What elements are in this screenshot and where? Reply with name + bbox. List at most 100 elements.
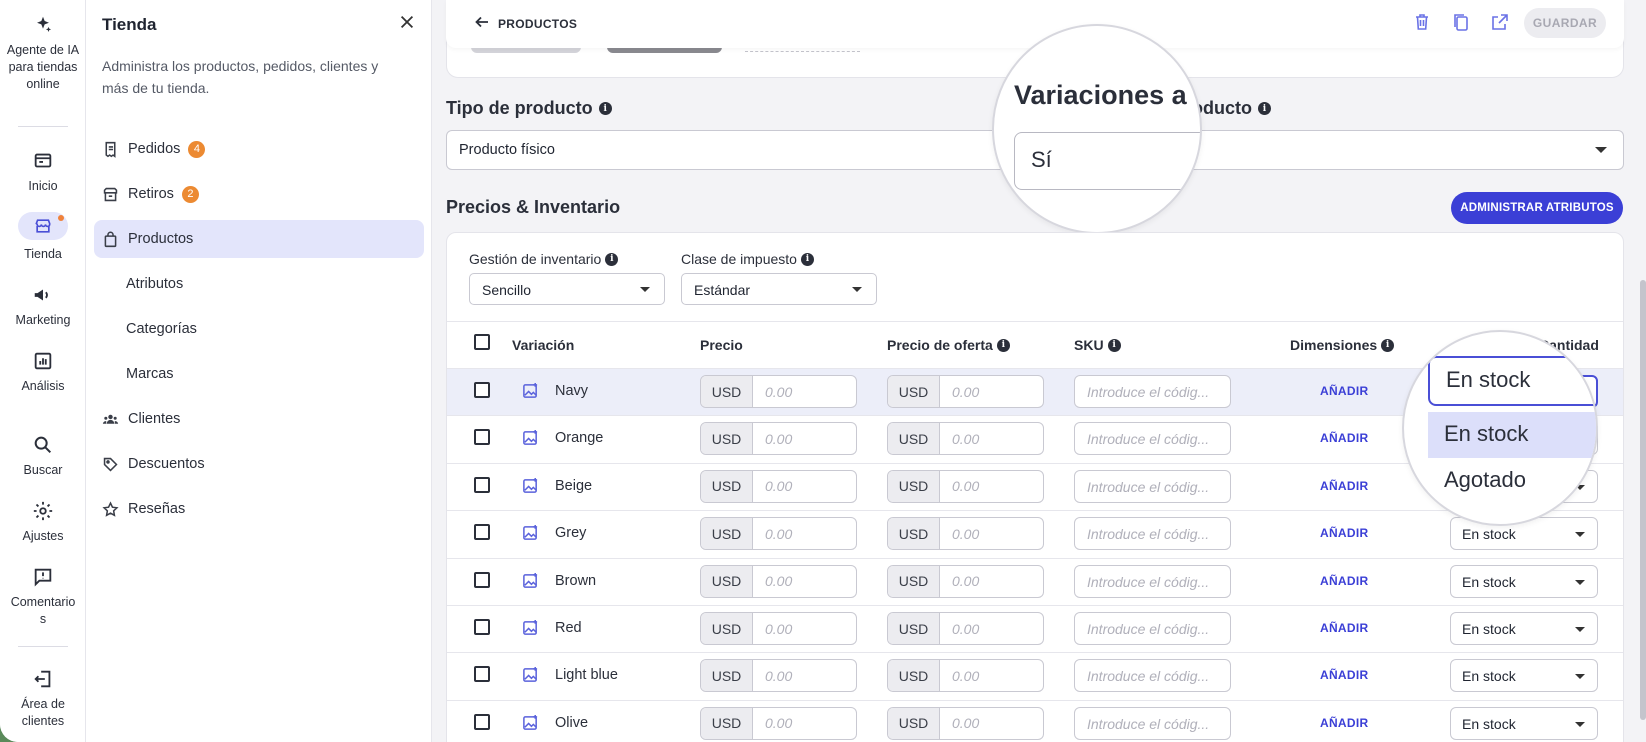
stock-select[interactable]: En stock [1450, 706, 1598, 740]
rail-item-ajustes[interactable]: Ajustes [0, 500, 86, 545]
image-add-icon[interactable] [522, 666, 540, 684]
trash-icon[interactable] [1412, 12, 1434, 34]
price-input[interactable]: USD 0.00 [700, 375, 857, 408]
add-dimensions-button[interactable]: AÑADIR [1320, 479, 1368, 493]
upload-dropzone[interactable] [745, 51, 860, 52]
info-icon[interactable]: i [605, 252, 619, 266]
row-checkbox[interactable] [474, 619, 490, 635]
price-input[interactable]: USD 0.00 [700, 564, 857, 598]
image-add-icon[interactable] [522, 524, 540, 542]
row-checkbox[interactable] [474, 429, 490, 446]
sidebar-item-label: Descuentos [128, 456, 205, 472]
rail-item-inicio[interactable]: Inicio [0, 150, 86, 195]
placeholder: 0.00 [952, 478, 980, 495]
info-icon[interactable]: i [1381, 338, 1395, 352]
add-dimensions-button[interactable]: AÑADIR [1320, 574, 1368, 588]
add-dimensions-button[interactable]: AÑADIR [1320, 384, 1368, 398]
sku-input[interactable]: Introduce el códig... [1074, 659, 1231, 693]
sidebar-item-marcas[interactable]: Marcas [94, 355, 424, 393]
price-input[interactable]: USD 0.00 [700, 469, 857, 503]
save-button[interactable]: GUARDAR [1524, 8, 1606, 38]
row-checkbox[interactable] [474, 382, 490, 398]
sku-input[interactable]: Introduce el códig... [1074, 469, 1231, 503]
image-add-icon[interactable] [522, 382, 540, 400]
scrollbar[interactable] [1640, 0, 1646, 742]
price-input[interactable]: USD 0.00 [700, 422, 857, 456]
sidebar-item-resenas[interactable]: Reseñas [94, 490, 424, 528]
add-dimensions-button[interactable]: AÑADIR [1320, 668, 1368, 682]
rail-item-tienda[interactable]: Tienda [0, 212, 86, 263]
dropdown-option[interactable]: Agotado [1428, 458, 1596, 504]
sidebar-item-productos[interactable]: Productos [94, 220, 424, 258]
sku-input[interactable]: Introduce el códig... [1074, 706, 1231, 740]
sale-price-input[interactable]: USD 0.00 [887, 517, 1044, 551]
row-checkbox[interactable] [474, 476, 490, 493]
divider [18, 126, 68, 127]
row-checkbox[interactable] [474, 571, 490, 588]
stock-select[interactable]: En stock [1450, 612, 1598, 645]
row-checkbox[interactable] [474, 666, 490, 683]
external-link-icon[interactable] [1490, 12, 1512, 34]
stock-select[interactable]: En stock [1450, 659, 1598, 693]
stock-select-zoomed[interactable]: En stock [1428, 356, 1596, 406]
sale-price-input[interactable]: USD 0.00 [887, 422, 1044, 456]
sidebar-item-retiros[interactable]: Retiros 2 [94, 175, 424, 213]
rail-item-comentarios[interactable]: Comentarios [0, 566, 86, 628]
add-dimensions-button[interactable]: AÑADIR [1320, 621, 1368, 635]
sidebar-item-clientes[interactable]: Clientes [94, 400, 424, 438]
variations-select[interactable]: Sí [1014, 132, 1200, 190]
sku-input[interactable]: Introduce el códig... [1074, 517, 1231, 551]
sku-input[interactable]: Introduce el códig... [1074, 612, 1231, 645]
manage-attributes-button[interactable]: ADMINISTRAR ATRIBUTOS [1451, 192, 1623, 224]
rail-label: Área de clientes [21, 697, 65, 728]
info-icon[interactable]: i [1107, 338, 1121, 352]
price-input[interactable]: USD 0.00 [700, 517, 857, 551]
sale-price-input[interactable]: USD 0.00 [887, 564, 1044, 598]
close-icon[interactable] [398, 13, 418, 33]
sidebar-item-label: Atributos [126, 276, 184, 292]
rail-item-buscar[interactable]: Buscar [0, 434, 86, 479]
image-add-icon[interactable] [522, 477, 540, 495]
add-dimensions-button[interactable]: AÑADIR [1320, 716, 1368, 730]
select-all-checkbox[interactable] [474, 334, 490, 350]
stock-select[interactable]: En stock [1450, 564, 1598, 598]
row-checkbox[interactable] [474, 524, 490, 541]
dropdown-option[interactable]: En stock [1428, 412, 1596, 458]
image-add-icon[interactable] [522, 572, 540, 590]
sale-price-input[interactable]: USD 0.00 [887, 469, 1044, 503]
sku-input[interactable]: Introduce el códig... [1074, 375, 1231, 408]
rail-item-area-clientes[interactable]: Área de clientes [0, 668, 86, 730]
info-icon[interactable]: i [1258, 102, 1271, 115]
sale-price-input[interactable]: USD 0.00 [887, 706, 1044, 740]
scrollbar-thumb[interactable] [1640, 280, 1646, 720]
back-button[interactable]: PRODUCTOS [474, 14, 577, 33]
info-icon[interactable]: i [996, 338, 1010, 352]
price-input[interactable]: USD 0.00 [700, 612, 857, 645]
sidebar-item-descuentos[interactable]: Descuentos [94, 445, 424, 483]
info-icon[interactable]: i [598, 102, 612, 115]
sale-price-input[interactable]: USD 0.00 [887, 375, 1044, 408]
row-checkbox[interactable] [474, 713, 490, 730]
sale-price-input[interactable]: USD 0.00 [887, 659, 1044, 693]
sku-input[interactable]: Introduce el códig... [1074, 422, 1231, 456]
tax-select[interactable]: Estándar [681, 273, 877, 305]
sale-price-input[interactable]: USD 0.00 [887, 612, 1044, 645]
rail-item-marketing[interactable]: Marketing [0, 284, 86, 329]
inventory-select[interactable]: Sencillo [469, 273, 665, 305]
image-add-icon[interactable] [522, 619, 540, 637]
rail-item-ai-agent[interactable]: Agente de IA para tiendas online [0, 14, 86, 93]
sidebar-item-atributos[interactable]: Atributos [94, 265, 424, 303]
sku-input[interactable]: Introduce el códig... [1074, 564, 1231, 598]
rail-item-analisis[interactable]: Análisis [0, 350, 86, 395]
info-icon[interactable]: i [800, 252, 814, 266]
add-dimensions-button[interactable]: AÑADIR [1320, 526, 1368, 540]
image-add-icon[interactable] [522, 429, 540, 447]
add-dimensions-button[interactable]: AÑADIR [1320, 431, 1368, 445]
price-input[interactable]: USD 0.00 [700, 659, 857, 693]
price-input[interactable]: USD 0.00 [700, 706, 857, 740]
inventory-label: Gestión de inventario i [469, 251, 619, 267]
copy-icon[interactable] [1451, 12, 1473, 34]
image-add-icon[interactable] [522, 714, 540, 732]
sidebar-item-categorias[interactable]: Categorías [94, 310, 424, 348]
sidebar-item-pedidos[interactable]: Pedidos 4 [94, 130, 424, 168]
